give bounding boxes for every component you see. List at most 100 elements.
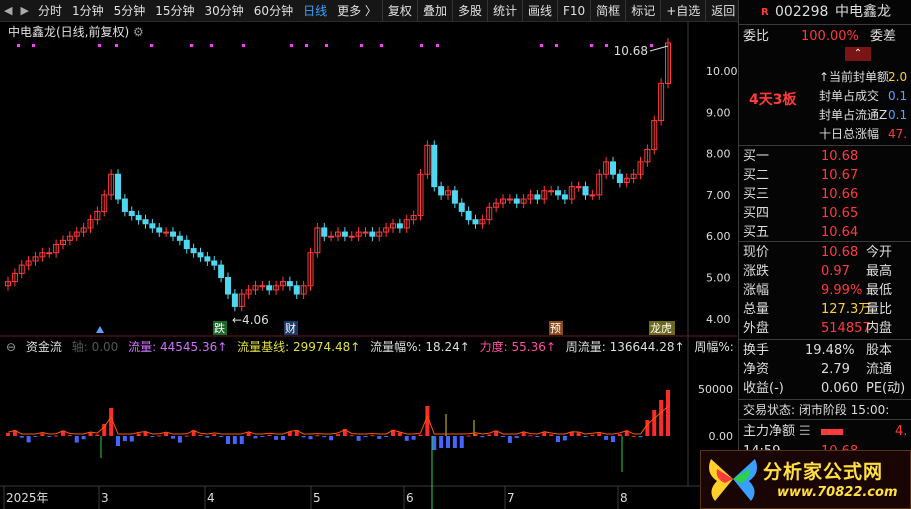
- collapse-up-icon[interactable]: ⌃: [845, 47, 871, 61]
- limit-up-dot: [540, 44, 543, 47]
- candle: [513, 198, 520, 204]
- chevron-left-icon[interactable]: ◀: [0, 0, 16, 22]
- flow-bar: [397, 432, 402, 436]
- limit-up-dot: [210, 44, 213, 47]
- flow-bar: [631, 435, 636, 437]
- price-tick-label: 6.00: [706, 230, 731, 243]
- flow-bar: [281, 436, 285, 440]
- time-tick-label: 4: [207, 491, 215, 505]
- chevron-right-icon[interactable]: ▶: [16, 0, 32, 22]
- net-assets-tail: 流通: [866, 362, 893, 377]
- quote-value: 0.97: [821, 264, 850, 279]
- candle: [589, 194, 596, 197]
- f10-button[interactable]: F10: [557, 0, 590, 22]
- candle: [197, 252, 204, 258]
- seal-label: 十日总涨幅: [819, 127, 880, 141]
- flow-bar: [363, 436, 368, 438]
- seal-label: 封单占流通Z: [819, 108, 888, 122]
- candle: [616, 173, 623, 184]
- limit-up-dot: [605, 44, 608, 47]
- bid-value: 10.64: [821, 225, 859, 240]
- flow-bar: [377, 436, 382, 439]
- event-marker-label: 财: [285, 321, 296, 335]
- quote-row: 外盘 514857 内盘: [739, 318, 911, 339]
- candle: [555, 190, 561, 196]
- candle: [348, 235, 355, 238]
- high-price-label: 10.68: [614, 44, 648, 58]
- flow-bar: [487, 434, 492, 436]
- flow-bar: [666, 390, 670, 436]
- settings-icon[interactable]: ⚙: [133, 25, 144, 39]
- quote-value: 10.68: [821, 245, 859, 260]
- flow-bar: [315, 435, 320, 437]
- net-assets-row: 净资 2.79 流通: [739, 359, 911, 380]
- time-tick-label: 3: [101, 491, 109, 505]
- tab-60min[interactable]: 60分钟: [249, 0, 298, 22]
- draw-line-button[interactable]: 画线: [521, 0, 557, 22]
- indicator-flow: 流量: 44545.36↑: [128, 340, 228, 354]
- candle: [156, 227, 163, 233]
- quote-row: 现价 10.68 今开: [739, 242, 911, 263]
- collapse-icon[interactable]: ⊖: [6, 340, 16, 354]
- candle: [396, 223, 403, 229]
- flow-bar: [597, 433, 602, 436]
- flow-bar: [301, 436, 306, 438]
- flow-bar: [102, 424, 107, 436]
- mark-button[interactable]: 标记: [625, 0, 660, 22]
- bid-label: 买二: [743, 168, 770, 183]
- price-tick-label: 8.00: [706, 148, 731, 161]
- quote-tail: 最低: [866, 283, 893, 298]
- quote-value: 514857: [821, 321, 871, 336]
- kline-chart[interactable]: 10.00 9.00 8.00 7.00 6.00 5.00 4.00 50000 0.00 20…: [0, 22, 737, 509]
- bid-row: 买五 10.64: [739, 222, 911, 243]
- eps-label: 收益(-): [743, 381, 784, 396]
- candle: [506, 198, 513, 201]
- add-watchlist-button[interactable]: +自选: [660, 0, 705, 22]
- seal-value: 0.1: [888, 108, 908, 122]
- flow-bar: [556, 436, 560, 443]
- indicator-name[interactable]: 资金流: [26, 340, 62, 354]
- limit-up-dot: [17, 44, 20, 47]
- candle: [293, 285, 300, 295]
- tab-30min[interactable]: 30分钟: [200, 0, 249, 22]
- menu-icon[interactable]: ☰: [799, 421, 811, 442]
- flow-bar: [54, 435, 59, 437]
- flow-bar: [590, 434, 595, 436]
- stats-button[interactable]: 统计: [486, 0, 522, 22]
- watermark-text: 分析家公式网: [763, 461, 884, 483]
- tab-timeshare[interactable]: 分时: [33, 0, 67, 22]
- flow-bar: [177, 436, 182, 443]
- flow-baseline: [7, 406, 669, 435]
- candle: [170, 231, 176, 237]
- butterfly-icon: [709, 459, 757, 501]
- seal-row: 十日总涨幅 47.: [739, 124, 911, 145]
- flow-bar: [47, 436, 52, 437]
- event-marker-label: 龙虎: [650, 322, 672, 335]
- flow-bar: [267, 434, 272, 436]
- bid-value: 10.66: [821, 187, 859, 202]
- simple-frame-button[interactable]: 简框: [590, 0, 625, 22]
- flow-bar: [95, 434, 100, 436]
- flow-bar: [425, 406, 430, 436]
- back-button[interactable]: 返回: [705, 0, 740, 22]
- candle: [149, 223, 156, 229]
- flow-bar: [239, 436, 244, 444]
- overlay-button[interactable]: 叠加: [416, 0, 452, 22]
- indicator-week-flow: 周流量: 136644.28↑: [565, 340, 685, 354]
- quote-label: 涨幅: [743, 283, 770, 298]
- flow-bar: [466, 435, 471, 437]
- indicator-base: 流量基线: 29974.48↑: [237, 340, 361, 354]
- tab-daily[interactable]: 日线: [298, 0, 332, 22]
- tab-15min[interactable]: 15分钟: [150, 0, 199, 22]
- multi-stock-button[interactable]: 多股: [451, 0, 487, 22]
- weibi-value: 100.00%: [801, 29, 859, 44]
- adjust-button[interactable]: 复权: [381, 0, 417, 22]
- tab-5min[interactable]: 5分钟: [109, 0, 151, 22]
- flow-bar: [542, 432, 547, 436]
- flow-bar: [562, 436, 567, 441]
- flow-bar: [384, 436, 389, 437]
- bid-row: 买一 10.68: [739, 146, 911, 167]
- tab-more[interactable]: 更多 〉: [332, 0, 382, 22]
- tab-1min[interactable]: 1分钟: [67, 0, 109, 22]
- flow-bar: [507, 436, 512, 443]
